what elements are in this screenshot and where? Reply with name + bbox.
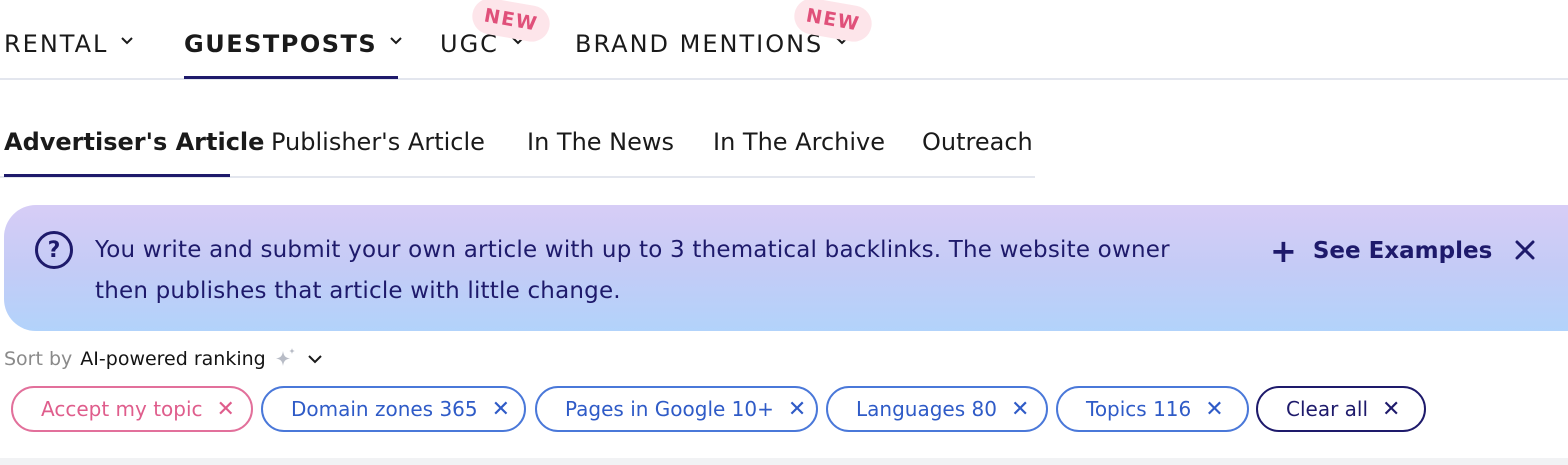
- article-type-tabs: Advertiser's Article Publisher's Article…: [0, 122, 1035, 178]
- tab-publishers-article[interactable]: Publisher's Article: [271, 128, 485, 156]
- nav-item-rental[interactable]: RENTAL: [4, 30, 138, 80]
- tab-in-the-archive[interactable]: In The Archive: [713, 128, 885, 156]
- top-navigation: RENTAL GUESTPOSTS UGC BRAND MENTIONS NEW…: [0, 0, 1568, 80]
- filter-chip-topics[interactable]: Topics 116 ✕: [1056, 386, 1249, 432]
- nav-item-guestposts[interactable]: GUESTPOSTS: [184, 30, 407, 80]
- nav-item-brand-mentions[interactable]: BRAND MENTIONS: [575, 30, 853, 80]
- remove-filter-icon[interactable]: ✕: [217, 397, 235, 422]
- filter-chip-label: Pages in Google 10+: [565, 397, 774, 421]
- active-nav-indicator: [184, 76, 398, 79]
- filter-chip-pages-in-google[interactable]: Pages in Google 10+ ✕: [535, 386, 818, 432]
- chevron-down-icon: [120, 30, 138, 54]
- chevron-down-icon: [389, 30, 407, 54]
- banner-description: You write and submit your own article wi…: [95, 237, 1170, 304]
- clear-all-filters-button[interactable]: Clear all ✕: [1256, 386, 1426, 432]
- nav-item-label: RENTAL: [4, 30, 109, 58]
- sparkle-icon: [275, 348, 295, 366]
- nav-item-label: GUESTPOSTS: [184, 30, 378, 58]
- sort-control: Sort by AI-powered ranking: [4, 345, 324, 373]
- filter-chip-languages[interactable]: Languages 80 ✕: [826, 386, 1048, 432]
- see-examples-label: See Examples: [1312, 238, 1493, 264]
- see-examples-button[interactable]: + See Examples: [1270, 233, 1492, 269]
- close-icon[interactable]: [1510, 235, 1540, 265]
- filter-chip-label: Topics 116: [1086, 397, 1192, 421]
- close-icon: ✕: [1382, 396, 1401, 422]
- tab-outreach[interactable]: Outreach: [922, 128, 1033, 156]
- filter-chip-accept-my-topic[interactable]: Accept my topic ✕: [11, 386, 253, 432]
- sort-value[interactable]: AI-powered ranking: [80, 348, 265, 370]
- sort-label: Sort by: [4, 348, 73, 370]
- remove-filter-icon[interactable]: ✕: [1205, 397, 1223, 422]
- results-area-edge: [0, 458, 1568, 465]
- tab-advertisers-article[interactable]: Advertiser's Article: [4, 128, 264, 156]
- remove-filter-icon[interactable]: ✕: [788, 397, 806, 422]
- chevron-down-icon[interactable]: [306, 350, 324, 368]
- question-circle-icon: ?: [35, 231, 73, 269]
- remove-filter-icon[interactable]: ✕: [1011, 397, 1029, 422]
- info-banner: ? You write and submit your own article …: [4, 205, 1568, 331]
- clear-all-label: Clear all: [1286, 397, 1369, 421]
- nav-item-label: BRAND MENTIONS: [575, 30, 824, 58]
- remove-filter-icon[interactable]: ✕: [492, 397, 510, 422]
- filter-chip-domain-zones[interactable]: Domain zones 365 ✕: [261, 386, 526, 432]
- filter-chip-label: Accept my topic: [41, 397, 203, 421]
- plus-icon: +: [1270, 232, 1297, 270]
- filter-chip-label: Domain zones 365: [291, 397, 478, 421]
- tab-in-the-news[interactable]: In The News: [527, 128, 674, 156]
- filter-chip-label: Languages 80: [856, 397, 997, 421]
- active-tab-indicator: [4, 174, 230, 177]
